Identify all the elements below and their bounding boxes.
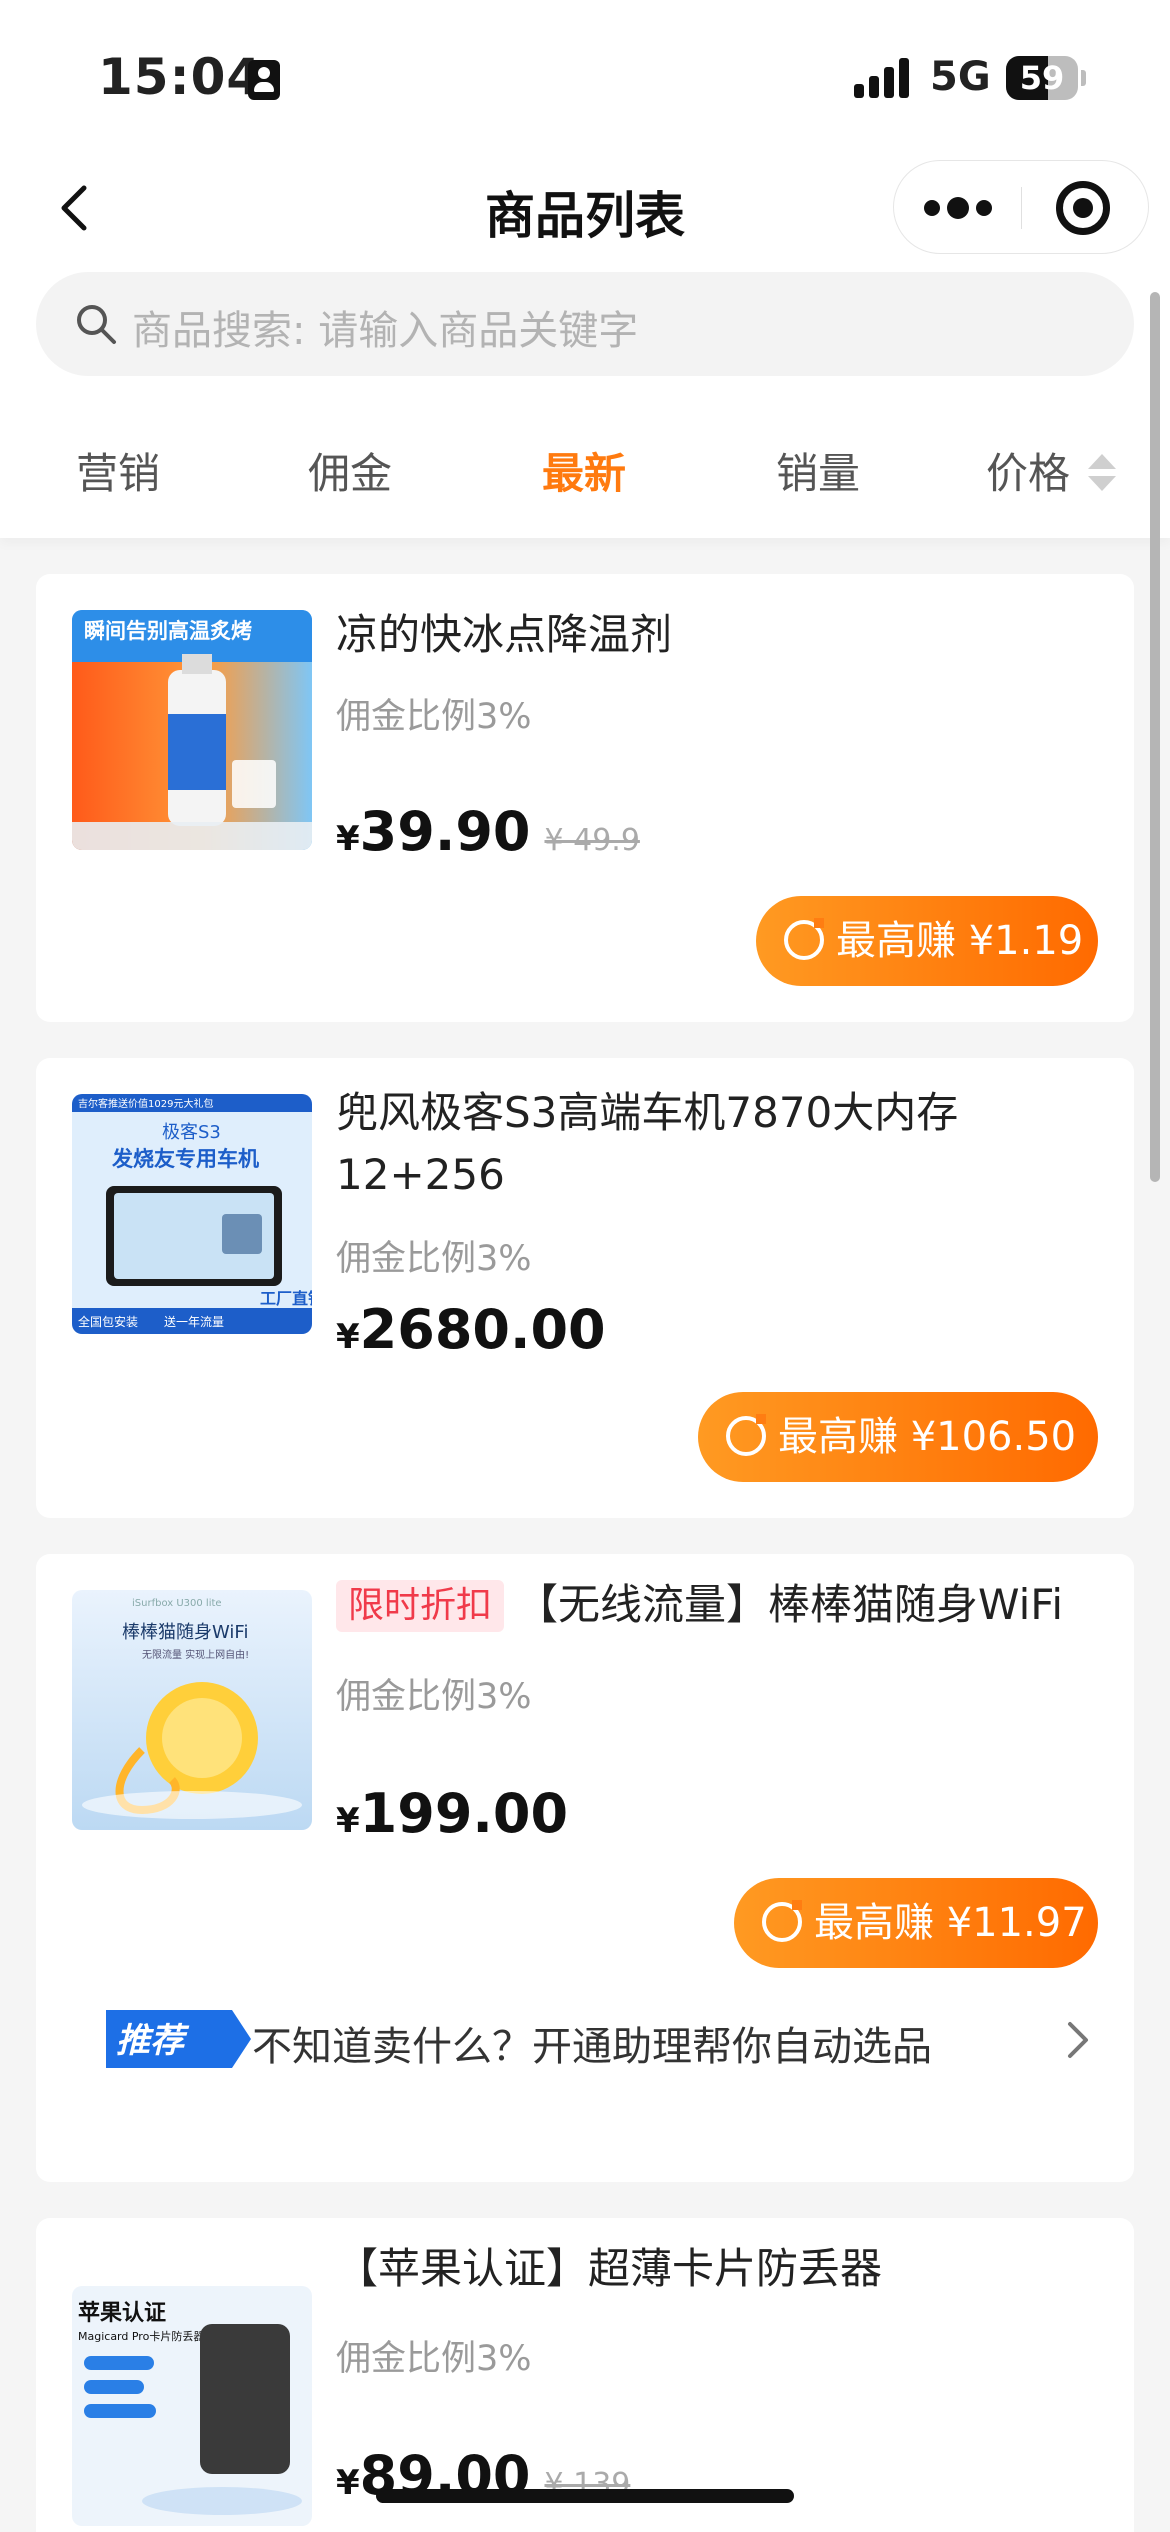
more-dots-icon[interactable] (924, 191, 994, 225)
image-subtitle: Magicard Pro卡片防丢器 (78, 2329, 204, 2343)
search-input[interactable]: 商品搜索: 请输入商品关键字 (36, 272, 1134, 376)
product-title: 【苹果认证】超薄卡片防丢器 (336, 2244, 883, 2293)
image-name: 苹果认证 (78, 2301, 166, 2326)
person-badge-icon (248, 60, 280, 100)
home-indicator[interactable] (376, 2489, 794, 2503)
scrollbar[interactable] (1150, 292, 1160, 1182)
earn-label: 最高赚 ¥1.19 (836, 918, 1084, 964)
image-name: 棒棒猫随身WiFi (122, 1622, 248, 1643)
commission-rate: 佣金比例3% (336, 1239, 532, 1279)
refresh-share-icon (726, 1414, 766, 1456)
tab-sales[interactable]: 销量 (776, 440, 860, 501)
price-value: 199.00 (359, 1782, 569, 1845)
product-card[interactable]: 吉尔客推送价值1029元大礼包 极客S3 发烧友专用车机 全国包安装 送一年流量… (36, 1058, 1134, 1518)
image-model: 极客S3 (162, 1122, 221, 1143)
status-bar: 15:04 5G 59 (0, 0, 1170, 150)
product-title: 凉的快冰点降温剂 (336, 610, 673, 659)
max-earn-button[interactable]: 最高赚 ¥11.97 (734, 1878, 1098, 1968)
product-title: 限时折扣 【无线流量】棒棒猫随身WiFi (336, 1574, 1116, 1636)
battery-icon: 59 (1006, 56, 1086, 100)
price: ¥39.90 ¥ 49.9 (336, 800, 640, 863)
commission-rate: 佣金比例3% (336, 1677, 532, 1717)
search-icon (77, 305, 116, 344)
image-tagline: 发烧友专用车机 (111, 1147, 259, 1171)
status-time: 15:04 (98, 48, 263, 106)
product-image: iSurfbox U300 lite 棒棒猫随身WiFi 无限流量 实现上网自由… (72, 1590, 312, 1830)
image-banner: 瞬间告别高温炙烤 (84, 619, 252, 643)
battery-level: 59 (1019, 59, 1065, 97)
refresh-share-icon (784, 918, 824, 960)
earn-label: 最高赚 ¥11.97 (814, 1900, 1087, 1946)
product-image: 吉尔客推送价值1029元大礼包 极客S3 发烧友专用车机 全国包安装 送一年流量… (72, 1094, 312, 1334)
sort-arrows-icon[interactable] (1086, 454, 1118, 492)
capsule-divider (1021, 187, 1022, 229)
product-card[interactable]: iSurfbox U300 lite 棒棒猫随身WiFi 无限流量 实现上网自由… (36, 1554, 1134, 2182)
miniprogram-capsule (893, 160, 1149, 254)
max-earn-button[interactable]: 最高赚 ¥106.50 (698, 1392, 1098, 1482)
recommendation-text: 不知道卖什么？开通助理帮你自动选品 (252, 2024, 932, 2070)
max-earn-button[interactable]: 最高赚 ¥1.19 (756, 896, 1098, 986)
currency-symbol: ¥ (336, 1801, 360, 1841)
image-model: iSurfbox U300 lite (132, 1598, 222, 1609)
image-header: 吉尔客推送价值1029元大礼包 (78, 1097, 213, 1110)
product-title-text: 【无线流量】棒棒猫随身WiFi (516, 1580, 1064, 1629)
image-footer-left: 全国包安装 (78, 1314, 138, 1329)
nav-bar: 商品列表 (0, 150, 1170, 268)
product-card[interactable]: 苹果认证 Magicard Pro卡片防丢器 【苹果认证】超薄卡片防丢器 佣金比… (36, 2218, 1134, 2532)
assistant-recommendation[interactable]: 推荐 不知道卖什么？开通助理帮你自动选品 (106, 2008, 1096, 2072)
product-title: 兜风极客S3高端车机7870大内存12+256 (336, 1088, 959, 1199)
product-image: 瞬间告别高温炙烤 (72, 610, 312, 850)
price-value: 2680.00 (359, 1298, 606, 1361)
tab-marketing[interactable]: 营销 (76, 440, 160, 501)
chevron-right-icon (1068, 2022, 1088, 2058)
recommend-badge-label: 推荐 (116, 2021, 190, 2061)
commission-rate: 佣金比例3% (336, 2339, 532, 2379)
network-type: 5G (930, 54, 991, 100)
search-placeholder: 商品搜索: 请输入商品关键字 (132, 308, 639, 354)
product-card[interactable]: 瞬间告别高温炙烤 凉的快冰点降温剂 佣金比例3% ¥39.90 ¥ 49.9 最高… (36, 574, 1134, 1022)
price: ¥2680.00 (336, 1298, 606, 1361)
earn-label: 最高赚 ¥106.50 (778, 1414, 1077, 1460)
target-circle-icon[interactable] (1056, 181, 1110, 235)
image-footer-mid: 送一年流量 (164, 1314, 224, 1329)
original-price: ¥ 49.9 (544, 823, 640, 858)
price-value: 39.90 (359, 800, 531, 863)
currency-symbol: ¥ (336, 819, 360, 859)
refresh-share-icon (762, 1900, 802, 1942)
tab-price[interactable]: 价格 (986, 440, 1070, 501)
search-bar: 商品搜索: 请输入商品关键字 (0, 268, 1170, 390)
commission-rate: 佣金比例3% (336, 697, 532, 737)
product-image: 苹果认证 Magicard Pro卡片防丢器 (72, 2286, 312, 2526)
cellular-signal-icon (854, 58, 912, 98)
price: ¥199.00 (336, 1782, 568, 1845)
limited-discount-badge: 限时折扣 (336, 1580, 505, 1632)
recommend-badge: 推荐 (106, 2010, 251, 2068)
currency-symbol: ¥ (336, 1317, 360, 1357)
sort-tabs: 营销 佣金 最新 销量 价格 (0, 390, 1170, 538)
image-footer-right: 工厂直销 (260, 1289, 312, 1308)
image-tagline: 无限流量 实现上网自由! (142, 1648, 249, 1661)
currency-symbol: ¥ (336, 2463, 360, 2503)
tab-newest[interactable]: 最新 (542, 440, 626, 501)
tab-commission[interactable]: 佣金 (308, 440, 392, 501)
